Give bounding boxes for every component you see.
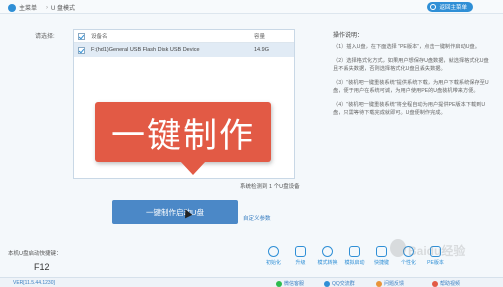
hotkey-label: 本机U盘启动快捷键：	[8, 251, 62, 257]
feedback-label: 问题反馈	[384, 281, 405, 287]
wechat-link[interactable]: 微信客服	[276, 280, 304, 287]
help-item: （4）"装机吧一键重装系统"将全程自动为用户提供PE版本下载到U盘，只需等待下载…	[333, 102, 486, 116]
tool-label: 模拟启动	[344, 260, 365, 266]
breadcrumb-current-label: U 盘模式	[51, 6, 76, 12]
back-to-menu-label: 返回主菜单	[439, 5, 467, 11]
help-instructions: （1）插入U盘，在下面选择 "PE版本"，点击一键制作启动U盘。 （2）选择格式…	[333, 43, 493, 123]
keyboard-icon	[376, 246, 387, 257]
tool-upgrade[interactable]: 升级	[289, 246, 312, 266]
video-icon	[432, 280, 438, 287]
back-icon	[430, 4, 437, 10]
undo-icon	[268, 246, 279, 257]
tool-label: 模式转换	[317, 260, 338, 266]
callout-banner: 一键制作	[95, 102, 271, 175]
tool-label: 升级	[295, 260, 306, 266]
detect-status: 系统检测到 1 个U盘设备	[240, 184, 300, 190]
breadcrumb-current: › U 盘模式	[46, 3, 76, 13]
breadcrumb-home[interactable]: 主菜单	[8, 3, 37, 12]
qq-label: QQ交流群	[332, 281, 355, 287]
help-title: 操作说明：	[333, 33, 364, 39]
breadcrumb-home-label: 主菜单	[19, 6, 38, 12]
tool-label: 快捷键	[373, 260, 389, 266]
feedback-icon	[376, 280, 382, 287]
chevron-right-icon: ›	[46, 4, 48, 11]
help-video-link[interactable]: 帮助视频	[432, 280, 460, 287]
tool-simulate-boot[interactable]: 模拟启动	[343, 246, 366, 266]
device-name: F:(hd1)General USB Flash Disk USB Device	[91, 47, 200, 53]
version-text: VER[11.5.44.1230]	[13, 280, 55, 286]
help-video-label: 帮助视频	[440, 281, 461, 287]
wechat-icon	[276, 280, 282, 287]
hotkey-value: F12	[34, 262, 50, 272]
make-bootable-usb-button[interactable]: 一键制作启动U盘	[112, 200, 238, 224]
convert-icon	[322, 246, 333, 257]
row-checkbox[interactable]	[78, 46, 85, 54]
custom-params-link[interactable]: 自定义参数	[243, 214, 271, 222]
make-bootable-usb-label: 一键制作启动U盘	[146, 207, 204, 217]
watermark-text: Baidu经验	[408, 244, 466, 258]
feedback-link[interactable]: 问题反馈	[376, 280, 404, 287]
wechat-label: 微信客服	[284, 281, 305, 287]
select-label: 请选择:	[35, 34, 55, 40]
back-to-menu-button[interactable]: 返回主菜单	[427, 2, 473, 12]
device-table-header: 设备名 容量	[74, 30, 294, 43]
baidu-watermark: Baidu经验	[390, 236, 490, 264]
select-all-checkbox[interactable]	[78, 32, 85, 40]
help-item: （2）选择格式化方式，如果用户想保存U盘数据，就选择格式化U盘且不丢失数据，否则…	[333, 58, 489, 72]
table-row[interactable]: F:(hd1)General USB Flash Disk USB Device…	[74, 43, 294, 57]
column-device: 设备名	[91, 34, 108, 40]
tool-mode-convert[interactable]: 模式转换	[316, 246, 339, 266]
upload-icon	[295, 246, 306, 257]
column-capacity: 容量	[254, 34, 266, 40]
device-capacity: 14.9G	[254, 47, 269, 53]
help-item: （3）"装机吧一键重装系统"提供系统下载，为用户下载系统保存至U盘，便于用户在系…	[333, 80, 489, 94]
status-bar: VER[11.5.44.1230] 微信客服 QQ交流群 问题反馈 帮助视频	[0, 277, 503, 287]
qq-group-link[interactable]: QQ交流群	[324, 280, 355, 287]
tool-initialize[interactable]: 初始化	[262, 246, 285, 266]
home-icon	[8, 3, 16, 12]
monitor-icon	[349, 246, 360, 257]
paw-icon	[390, 239, 406, 257]
help-item: （1）插入U盘，在下面选择 "PE版本"，点击一键制作启动U盘。	[333, 44, 480, 50]
qq-icon	[324, 280, 330, 287]
tool-label: 初始化	[265, 260, 281, 266]
callout-text: 一键制作	[111, 115, 255, 156]
top-bar: 主菜单 › U 盘模式 返回主菜单	[0, 0, 503, 14]
